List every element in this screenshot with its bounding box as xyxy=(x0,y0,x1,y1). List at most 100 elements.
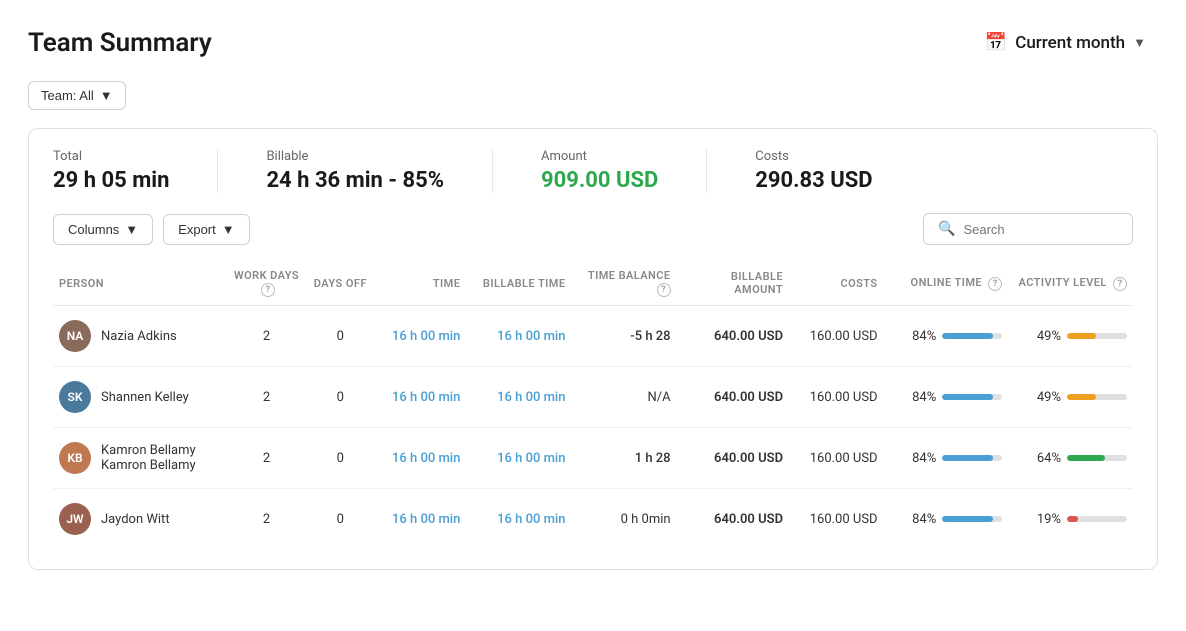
chevron-down-icon: ▼ xyxy=(1133,35,1146,51)
cell-person: JW Jaydon Witt xyxy=(53,489,228,550)
cell-time: 16 h 00 min xyxy=(375,367,466,428)
time-balance-help-icon[interactable]: ? xyxy=(657,283,671,297)
date-filter-label: Current month xyxy=(1015,33,1125,53)
cell-work-days: 2 xyxy=(228,306,306,367)
cell-person: SK Shannen Kelley xyxy=(53,367,228,428)
cell-days-off: 0 xyxy=(306,428,376,489)
columns-label: Columns xyxy=(68,222,119,237)
cell-billable-amount: 640.00 USD xyxy=(677,428,789,489)
work-days-help-icon[interactable]: ? xyxy=(261,283,275,297)
cell-time: 16 h 00 min xyxy=(375,428,466,489)
billable-time-link[interactable]: 16 h 00 min xyxy=(497,512,565,527)
cell-billable-time: 16 h 00 min xyxy=(466,428,571,489)
table-row: JW Jaydon Witt 2 0 16 h 00 min 16 h 00 m… xyxy=(53,489,1133,550)
online-pct: 84% xyxy=(904,390,936,405)
billable-time-link[interactable]: 16 h 00 min xyxy=(497,390,565,405)
toolbar-left: Columns ▼ Export ▼ xyxy=(53,214,250,245)
online-progress-bar xyxy=(942,455,1002,461)
total-label: Total xyxy=(53,149,169,164)
stat-costs: Costs 290.83 USD xyxy=(755,149,920,193)
online-fill xyxy=(942,333,992,339)
th-online-time: ONLINE TIME ? xyxy=(884,261,1009,306)
activity-progress-bar xyxy=(1067,516,1127,522)
activity-progress-bar xyxy=(1067,394,1127,400)
page-header: Team Summary 📅 Current month ▼ xyxy=(28,24,1158,61)
person-name: Shannen Kelley xyxy=(101,390,189,405)
th-activity-level: ACTIVITY LEVEL ? xyxy=(1008,261,1133,306)
avatar: JW xyxy=(59,503,91,535)
cell-work-days: 2 xyxy=(228,428,306,489)
online-progress-bar xyxy=(942,333,1002,339)
cell-time: 16 h 00 min xyxy=(375,489,466,550)
team-chevron-icon: ▼ xyxy=(100,88,113,103)
cell-person: NA Nazia Adkins xyxy=(53,306,228,367)
cell-billable-time: 16 h 00 min xyxy=(466,367,571,428)
cell-time: 16 h 00 min xyxy=(375,306,466,367)
th-person: PERSON xyxy=(53,261,228,306)
person-name: Jaydon Witt xyxy=(101,512,170,527)
activity-fill xyxy=(1067,455,1105,461)
cell-costs: 160.00 USD xyxy=(789,428,884,489)
costs-value: 290.83 USD xyxy=(755,168,872,193)
time-link[interactable]: 16 h 00 min xyxy=(392,329,460,344)
cell-work-days: 2 xyxy=(228,489,306,550)
th-time: TIME xyxy=(375,261,466,306)
cell-online-time: 84% xyxy=(884,489,1009,550)
cell-billable-time: 16 h 00 min xyxy=(466,489,571,550)
cell-costs: 160.00 USD xyxy=(789,306,884,367)
search-input[interactable] xyxy=(963,222,1118,237)
team-select-button[interactable]: Team: All ▼ xyxy=(28,81,126,110)
billable-time-link[interactable]: 16 h 00 min xyxy=(497,329,565,344)
export-chevron-icon: ▼ xyxy=(222,222,235,237)
online-pct: 84% xyxy=(904,512,936,527)
amount-label: Amount xyxy=(541,149,658,164)
activity-pct: 19% xyxy=(1029,512,1061,527)
cell-person: KB Kamron Bellamy Kamron Bellamy xyxy=(53,428,228,489)
table-row: KB Kamron Bellamy Kamron Bellamy 2 0 16 … xyxy=(53,428,1133,489)
online-progress-bar xyxy=(942,516,1002,522)
th-costs: COSTS xyxy=(789,261,884,306)
search-icon: 🔍 xyxy=(938,221,955,237)
table-body: NA Nazia Adkins 2 0 16 h 00 min 16 h 00 … xyxy=(53,306,1133,550)
team-filter: Team: All ▼ xyxy=(28,81,1158,110)
cell-costs: 160.00 USD xyxy=(789,489,884,550)
date-filter-button[interactable]: 📅 Current month ▼ xyxy=(973,24,1158,61)
online-time-help-icon[interactable]: ? xyxy=(988,277,1002,291)
cell-activity-level: 19% xyxy=(1008,489,1133,550)
activity-pct: 49% xyxy=(1029,329,1061,344)
th-billable-amount: BILLABLE AMOUNT xyxy=(677,261,789,306)
columns-chevron-icon: ▼ xyxy=(125,222,138,237)
billable-value: 24 h 36 min - 85% xyxy=(266,168,444,193)
online-progress-bar xyxy=(942,394,1002,400)
time-link[interactable]: 16 h 00 min xyxy=(392,390,460,405)
activity-fill xyxy=(1067,394,1096,400)
export-button[interactable]: Export ▼ xyxy=(163,214,249,245)
activity-fill xyxy=(1067,333,1096,339)
export-label: Export xyxy=(178,222,216,237)
cell-online-time: 84% xyxy=(884,306,1009,367)
cell-billable-time: 16 h 00 min xyxy=(466,306,571,367)
online-fill xyxy=(942,516,992,522)
cell-time-balance: 1 h 28 xyxy=(571,428,676,489)
page-container: Team Summary 📅 Current month ▼ Team: All… xyxy=(0,0,1186,631)
activity-progress-bar xyxy=(1067,455,1127,461)
activity-level-help-icon[interactable]: ? xyxy=(1113,277,1127,291)
summary-card: Total 29 h 05 min Billable 24 h 36 min -… xyxy=(28,128,1158,570)
th-time-balance: TIME BALANCE ? xyxy=(571,261,676,306)
stat-total: Total 29 h 05 min xyxy=(53,149,218,193)
th-work-days: WORK DAYS ? xyxy=(228,261,306,306)
columns-button[interactable]: Columns ▼ xyxy=(53,214,153,245)
search-box[interactable]: 🔍 xyxy=(923,213,1133,245)
billable-time-link[interactable]: 16 h 00 min xyxy=(497,451,565,466)
costs-label: Costs xyxy=(755,149,872,164)
time-link[interactable]: 16 h 00 min xyxy=(392,512,460,527)
time-link[interactable]: 16 h 00 min xyxy=(392,451,460,466)
page-title: Team Summary xyxy=(28,28,212,58)
stat-amount: Amount 909.00 USD xyxy=(541,149,707,193)
cell-days-off: 0 xyxy=(306,306,376,367)
online-fill xyxy=(942,394,992,400)
cell-days-off: 0 xyxy=(306,367,376,428)
cell-online-time: 84% xyxy=(884,367,1009,428)
activity-pct: 64% xyxy=(1029,451,1061,466)
cell-time-balance: -5 h 28 xyxy=(571,306,676,367)
